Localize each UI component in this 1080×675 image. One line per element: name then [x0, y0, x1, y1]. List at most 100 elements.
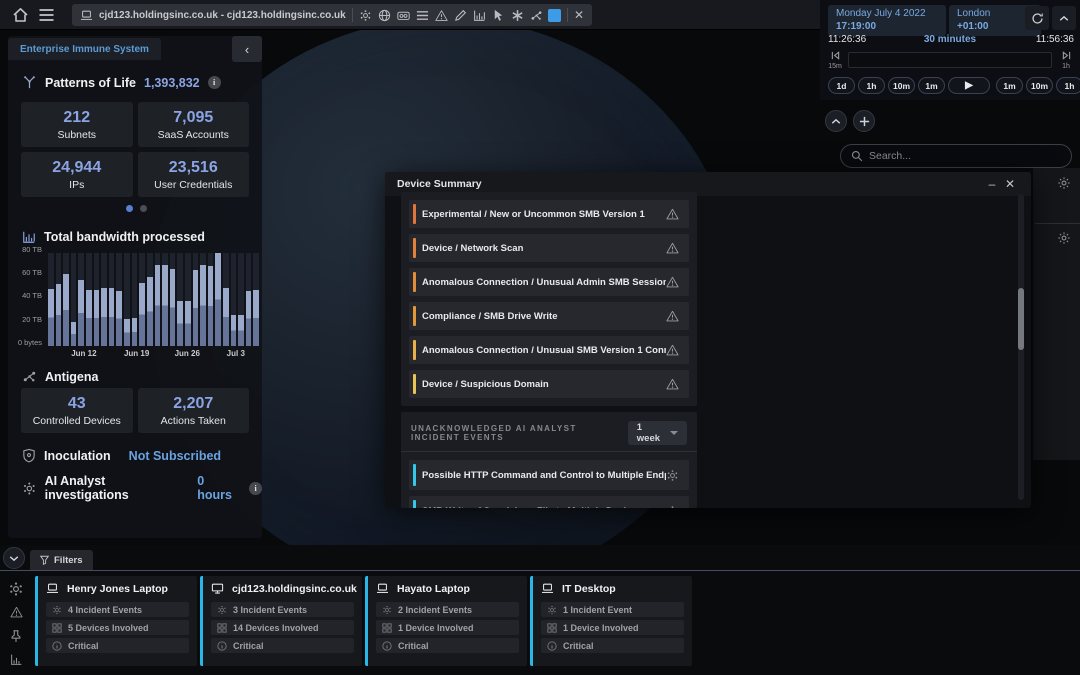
device-card-stat-label: 14 Devices Involved — [233, 623, 319, 633]
pin-icon[interactable] — [8, 628, 24, 644]
incident-event-item[interactable]: Possible HTTP Command and Control to Mul… — [409, 460, 689, 490]
inoculation-status[interactable]: Not Subscribed — [129, 449, 221, 463]
menu-icon[interactable] — [38, 8, 55, 22]
warning-icon — [666, 310, 679, 322]
page-dot[interactable] — [140, 205, 147, 212]
incident-label: Possible HTTP Command and Control to Mul… — [422, 470, 666, 481]
bandwidth-bar-track — [109, 253, 115, 346]
date-button[interactable]: Monday July 4 2022 17:19:00 — [828, 5, 946, 36]
window-end: 11:56:36 — [1036, 34, 1074, 45]
device-card-stat: 2 Incident Events — [376, 602, 519, 617]
step-forward-1m[interactable]: 1m — [996, 77, 1023, 94]
step-forward-10m[interactable]: 10m — [1026, 77, 1053, 94]
omnisearch-bar[interactable]: cjd123.holdingsinc.co.uk - cjd123.holdin… — [72, 4, 592, 26]
device-card[interactable]: IT Desktop1 Incident Event1 Device Invol… — [530, 576, 692, 666]
time-slider[interactable] — [848, 52, 1052, 68]
y-tick-label: 80 TB — [8, 245, 42, 254]
model-breach-item[interactable]: Compliance / SMB Drive Write — [409, 302, 689, 330]
collapse-time-panel-button[interactable] — [1052, 6, 1076, 30]
minimize-icon[interactable]: – — [983, 175, 1001, 193]
play-button[interactable]: ▶ — [948, 77, 990, 94]
info-icon[interactable]: i — [249, 482, 262, 495]
device-card[interactable]: Hayato Laptop2 Incident Events1 Device I… — [365, 576, 527, 666]
page-dot-active[interactable] — [126, 205, 133, 212]
close-icon[interactable]: ✕ — [1001, 175, 1019, 193]
close-icon[interactable]: ✕ — [574, 8, 584, 23]
collapse-bottom-panel-button[interactable] — [3, 547, 25, 569]
active-view-icon[interactable] — [548, 9, 561, 22]
camera-icon[interactable] — [396, 8, 411, 23]
home-icon[interactable] — [12, 7, 29, 23]
device-summary-modal: Device Summary – ✕ Experimental / New or… — [385, 172, 1031, 508]
step-forward-1h[interactable]: 1h — [1056, 77, 1080, 94]
settings-gear-icon[interactable] — [1057, 176, 1071, 190]
step-back-1h[interactable]: 1h — [858, 77, 885, 94]
bandwidth-bar-track — [200, 253, 206, 346]
ai-analyst-value[interactable]: 0 hours — [197, 474, 241, 502]
pencil-icon[interactable] — [453, 8, 468, 23]
search-icon — [851, 150, 863, 162]
filters-tab[interactable]: Filters — [30, 550, 93, 570]
info-icon[interactable]: i — [208, 76, 221, 89]
y-tick-label: 60 TB — [8, 268, 42, 277]
cursor-icon[interactable] — [491, 8, 506, 23]
step-back-1m[interactable]: 1m — [918, 77, 945, 94]
device-card[interactable]: cjd123.holdingsinc.co.uk3 Incident Event… — [200, 576, 362, 666]
ai-analyst-icon — [382, 605, 392, 615]
step-back-10m[interactable]: 10m — [888, 77, 915, 94]
bandwidth-bar-track — [63, 253, 69, 346]
bandwidth-bar-track — [124, 253, 130, 346]
x-tick-label: Jun 26 — [175, 349, 200, 358]
device-card-stat: 4 Incident Events — [46, 602, 189, 617]
warning-icon[interactable] — [434, 8, 449, 23]
list-icon[interactable] — [415, 8, 430, 23]
bandwidth-bar-track — [78, 253, 84, 346]
date-label: Monday July 4 2022 — [836, 8, 926, 19]
stat-card: 2,207Actions Taken — [138, 388, 250, 433]
model-breach-item[interactable]: Device / Suspicious Domain — [409, 370, 689, 398]
bandwidth-bar-track — [177, 253, 183, 346]
incident-event-item[interactable]: SMB Write of Suspicious File to Multiple… — [409, 496, 689, 508]
gear-icon[interactable] — [358, 8, 373, 23]
bar-chart-icon — [22, 230, 36, 244]
settings-gear-icon-2[interactable] — [1057, 231, 1071, 245]
device-card[interactable]: Henry Jones Laptop4 Incident Events5 Dev… — [35, 576, 197, 666]
model-breach-item[interactable]: Anomalous Connection / Unusual SMB Versi… — [409, 336, 689, 364]
time-range-dropdown[interactable]: 1 week — [628, 421, 687, 445]
panel-badge[interactable]: Enterprise Immune System — [8, 38, 161, 60]
threat-visualizer: cjd123.holdingsinc.co.uk - cjd123.holdin… — [0, 0, 1080, 675]
slider-back-skip[interactable]: 15m — [825, 51, 845, 72]
device-card-title: Hayato Laptop — [376, 583, 519, 595]
ai-analyst-icon[interactable] — [8, 581, 24, 597]
collapse-up-button[interactable] — [825, 110, 847, 132]
network-icon[interactable] — [529, 8, 544, 23]
modal-scrollbar-thumb[interactable] — [1018, 288, 1024, 350]
bandwidth-bar — [155, 265, 161, 346]
refresh-button[interactable] — [1025, 6, 1049, 30]
chart-icon[interactable] — [472, 8, 487, 23]
bandwidth-bar — [253, 290, 259, 346]
ai-analyst-icon — [666, 469, 679, 482]
device-card-stat-label: Critical — [68, 641, 99, 651]
histogram-icon[interactable] — [8, 651, 24, 667]
collapse-panel-button[interactable]: ‹ — [232, 36, 262, 62]
device-card-stat-label: Critical — [398, 641, 429, 651]
warning-icon[interactable] — [8, 604, 24, 620]
add-button[interactable] — [853, 110, 875, 132]
slider-forward-skip[interactable]: 1h — [1056, 51, 1076, 72]
severity-bar — [413, 464, 416, 486]
ai-analyst-title: AI Analyst investigations — [45, 474, 190, 502]
time-control-panel: Monday July 4 2022 17:19:00 London +01:0… — [820, 0, 1080, 100]
stat-card: 23,516User Credentials — [138, 152, 250, 197]
search-input[interactable]: Search... — [840, 144, 1072, 168]
asterisk-icon[interactable] — [510, 8, 525, 23]
patterns-of-life-row: Patterns of Life 1,393,832 i — [22, 75, 221, 90]
bandwidth-bar-track — [94, 253, 100, 346]
model-breach-item[interactable]: Experimental / New or Uncommon SMB Versi… — [409, 200, 689, 228]
model-breach-item[interactable]: Device / Network Scan — [409, 234, 689, 262]
globe-icon[interactable] — [377, 8, 392, 23]
ai-analyst-icon — [22, 481, 37, 496]
model-breach-item[interactable]: Anomalous Connection / Unusual Admin SMB… — [409, 268, 689, 296]
step-back-1d[interactable]: 1d — [828, 77, 855, 94]
bandwidth-bar-track — [170, 253, 176, 346]
